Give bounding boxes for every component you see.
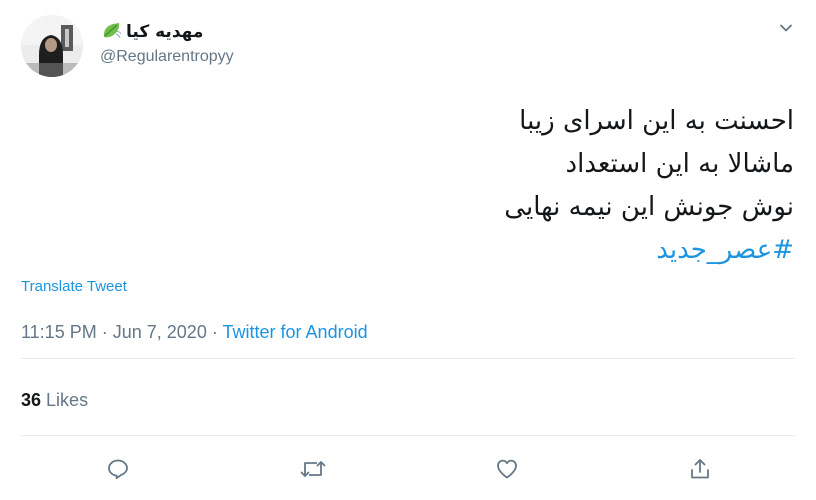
retweet-icon[interactable] [299,455,327,483]
display-name[interactable]: مهدیه کیا [100,18,234,46]
tweet-card: مهدیه کیا @Regularentropyy احسنت به این … [0,0,816,500]
reply-icon[interactable] [104,455,132,483]
display-name-text: مهدیه کیا [126,22,204,42]
hashtag-link[interactable]: #عصر_جدید [94,229,794,272]
avatar-image [21,15,83,77]
tweet-source-link[interactable]: Twitter for Android [223,322,368,342]
like-icon[interactable] [493,455,521,483]
share-icon[interactable] [686,455,714,483]
translate-tweet-link[interactable]: Translate Tweet [21,278,127,295]
tweet-date[interactable]: Jun 7, 2020 [113,322,207,342]
chevron-down-icon[interactable] [778,20,794,36]
meta-separator: · [211,322,218,342]
likes-count: 36 [21,390,42,410]
leaf-fluttering-icon [100,19,122,46]
avatar[interactable] [21,15,83,77]
tweet-time[interactable]: 11:15 PM [21,322,97,342]
user-info: مهدیه کیا @Regularentropyy [100,18,234,66]
tweet-line: احسنت به این اسرای زیبا [519,106,794,136]
likes-stat[interactable]: 36 Likes [21,390,88,411]
divider [21,435,795,436]
meta-separator: · [101,322,108,342]
user-handle[interactable]: @Regularentropyy [100,48,234,66]
tweet-line: ماشالا به این استعداد [565,149,794,179]
tweet-actions [0,455,816,483]
tweet-text: احسنت به این اسرای زیبا ماشالا به این اس… [94,100,794,272]
tweet-line: نوش جونش این نیمه نهایی [504,192,794,222]
likes-label: Likes [46,390,89,410]
tweet-metadata: 11:15 PM · Jun 7, 2020 · Twitter for And… [21,322,368,343]
divider [21,358,795,359]
